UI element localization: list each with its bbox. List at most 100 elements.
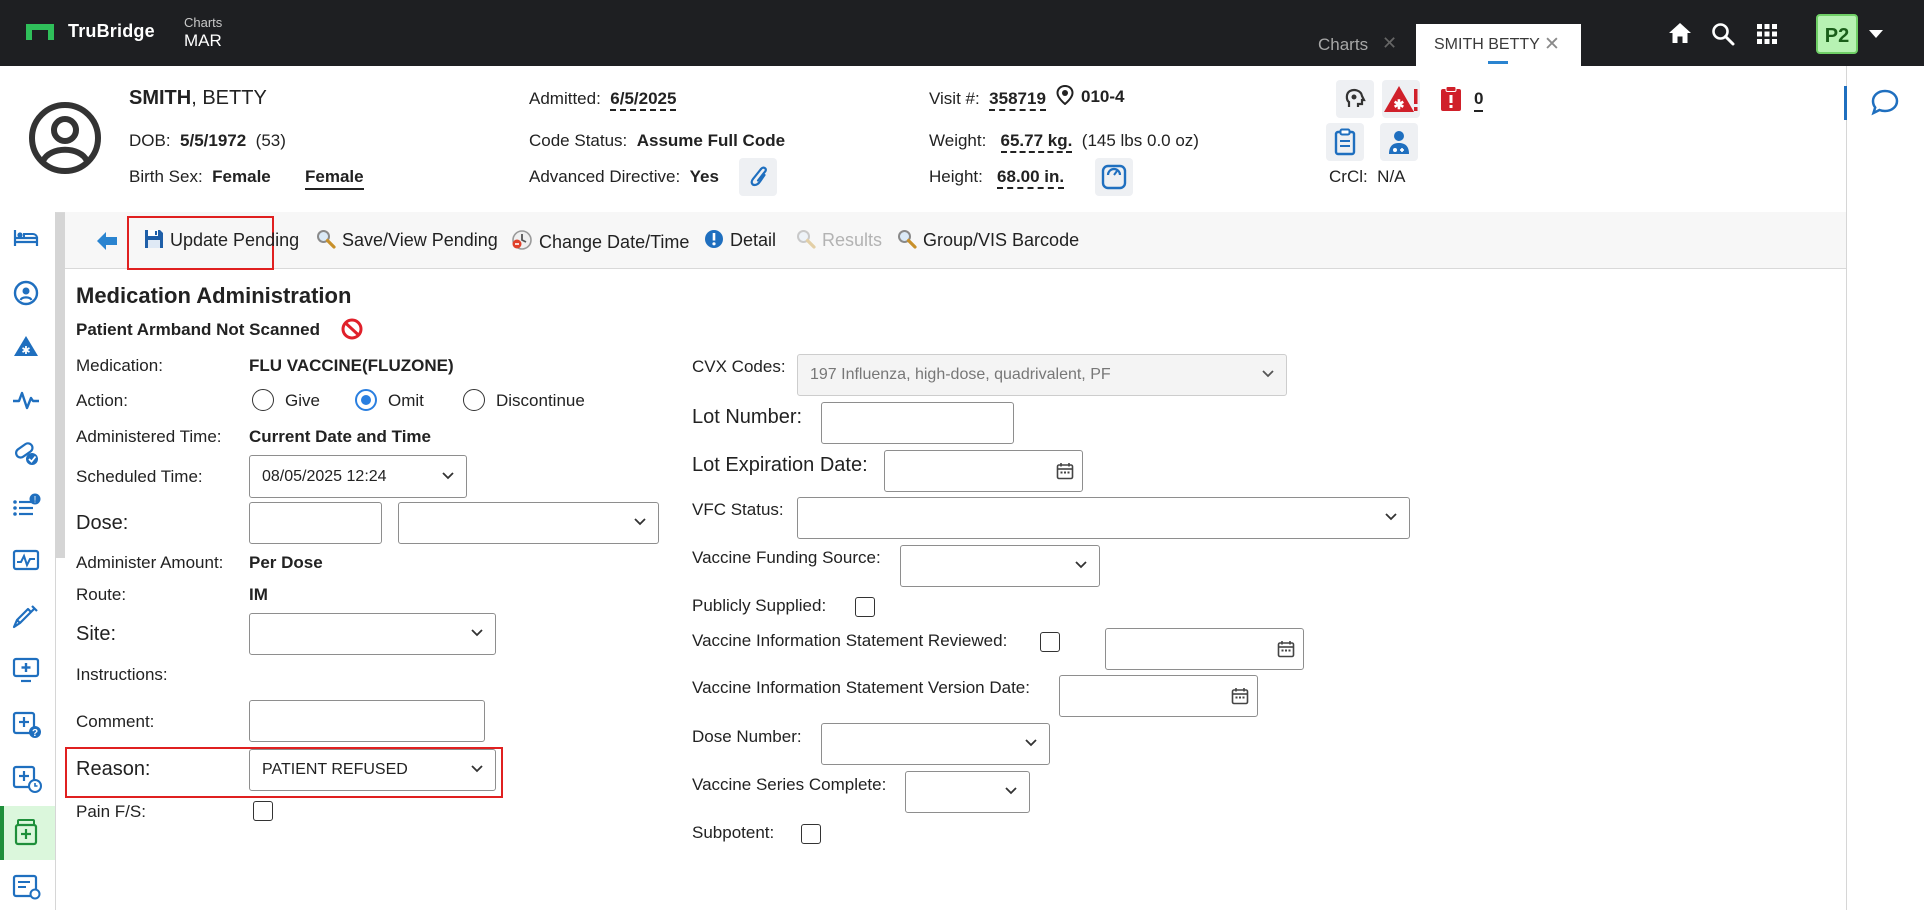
- nav-list-badge-icon[interactable]: !: [12, 493, 42, 519]
- orders-clipboard-icon[interactable]: [1326, 123, 1364, 161]
- tab-charts-close-icon[interactable]: ✕: [1382, 33, 1397, 54]
- vaccine-funding-source-label: Vaccine Funding Source:: [692, 548, 881, 567]
- dose-label: Dose:: [76, 512, 129, 534]
- action-give-label[interactable]: Give: [285, 391, 320, 411]
- change-date-time-button[interactable]: Change Date/Time: [511, 229, 689, 253]
- nav-triangle-alert-icon[interactable]: ✱: [13, 335, 39, 357]
- tab-patient-smith-betty[interactable]: SMITH BETTY ✕: [1416, 24, 1581, 66]
- nav-monitor-chart-icon[interactable]: [12, 549, 40, 573]
- comment-input[interactable]: [249, 700, 485, 742]
- action-omit-radio[interactable]: [355, 389, 377, 411]
- dose-unit-select[interactable]: [398, 502, 659, 544]
- tab-patient-close-icon[interactable]: ✕: [1544, 33, 1560, 56]
- vfc-status-select[interactable]: [797, 497, 1410, 539]
- save-view-pending-button[interactable]: Save/View Pending: [316, 229, 498, 251]
- allergy-head-icon[interactable]: [1336, 80, 1374, 118]
- user-avatar[interactable]: P2: [1816, 14, 1858, 54]
- weight-value[interactable]: 65.77 kg.: [1000, 131, 1073, 153]
- adv-directive-value: Yes: [689, 167, 719, 186]
- scheduled-time-select[interactable]: 08/05/2025 12:24: [249, 455, 467, 498]
- user-menu-chevron-down-icon[interactable]: [1869, 30, 1883, 38]
- vaccine-series-complete-select[interactable]: [905, 771, 1030, 813]
- back-arrow-icon[interactable]: [97, 232, 117, 250]
- armband-status: Patient Armband Not Scanned: [76, 320, 321, 339]
- svg-text:?: ?: [32, 728, 38, 739]
- action-discontinue-radio[interactable]: [463, 389, 485, 411]
- reason-select[interactable]: PATIENT REFUSED: [249, 749, 496, 791]
- nav-syringe-icon[interactable]: [12, 603, 40, 629]
- nav-medications-pills-icon[interactable]: [12, 440, 40, 466]
- lot-expiration-date-input[interactable]: [884, 450, 1083, 492]
- nav-person-circle-icon[interactable]: [13, 280, 39, 306]
- height-value[interactable]: 68.00 in.: [997, 167, 1065, 189]
- patient-avatar-icon: [28, 101, 102, 175]
- gender-identity-link[interactable]: Female: [305, 167, 364, 190]
- action-label: Action:: [76, 391, 128, 410]
- action-give-radio[interactable]: [252, 389, 274, 411]
- administered-time-label: Administered Time:: [76, 427, 222, 446]
- apps-grid-icon[interactable]: [1757, 24, 1777, 44]
- chevron-down-icon: [471, 765, 483, 773]
- care-team-doctor-icon[interactable]: [1380, 123, 1418, 161]
- dose-input[interactable]: [249, 502, 382, 544]
- calendar-icon[interactable]: [1277, 640, 1295, 658]
- right-sidebar-active-indicator: [1844, 86, 1847, 120]
- nav-list-settings-icon[interactable]: [12, 874, 42, 900]
- admitted-date[interactable]: 6/5/2025: [610, 89, 677, 111]
- tab-charts-label: Charts: [1318, 35, 1369, 54]
- vis-reviewed-checkbox[interactable]: [1040, 632, 1060, 652]
- instructions-label: Instructions:: [76, 665, 168, 684]
- svg-text:✱: ✱: [21, 345, 30, 357]
- route-value: IM: [249, 585, 268, 604]
- lot-number-input[interactable]: [821, 402, 1014, 444]
- tab-patient-label: SMITH BETTY: [1434, 36, 1540, 53]
- magnifier-icon: [897, 229, 917, 249]
- detail-button[interactable]: Detail: [704, 229, 776, 251]
- search-icon[interactable]: [1711, 22, 1735, 46]
- nav-bed-icon[interactable]: [13, 228, 39, 248]
- home-icon[interactable]: [1668, 22, 1692, 44]
- svg-text:✱: ✱: [1394, 97, 1405, 112]
- action-omit-label[interactable]: Omit: [388, 391, 424, 411]
- action-discontinue-label[interactable]: Discontinue: [496, 391, 585, 411]
- pain-fs-checkbox[interactable]: [253, 801, 273, 821]
- nav-monitor-plus-icon[interactable]: [12, 657, 40, 683]
- group-vis-barcode-label: Group/VIS Barcode: [923, 230, 1080, 250]
- subpotent-checkbox[interactable]: [801, 824, 821, 844]
- vis-reviewed-date-input[interactable]: [1105, 628, 1304, 670]
- results-button[interactable]: Results: [796, 229, 882, 251]
- nav-order-question-icon[interactable]: ?: [12, 711, 42, 739]
- trubridge-logo-icon: [26, 24, 54, 40]
- nav-order-clock-icon[interactable]: [12, 765, 42, 793]
- dose-number-select[interactable]: [821, 723, 1050, 765]
- nav-vitals-pulse-icon[interactable]: [12, 390, 40, 410]
- nav-mar-medication-icon[interactable]: [14, 818, 38, 846]
- calendar-clock-icon: [511, 229, 533, 251]
- save-disk-icon: [144, 229, 164, 249]
- medication-label: Medication:: [76, 356, 163, 375]
- dob-value: 5/5/1972: [180, 131, 247, 150]
- alert-warning-icon[interactable]: ✱: [1382, 80, 1420, 118]
- comment-label: Comment:: [76, 712, 155, 731]
- alerts-count-link[interactable]: 0: [1474, 89, 1484, 112]
- left-panel-scroll-strip[interactable]: [55, 213, 65, 558]
- tab-charts[interactable]: Charts ✕: [1300, 26, 1410, 64]
- cvx-codes-select[interactable]: 197 Influenza, high-dose, quadrivalent, …: [797, 354, 1287, 396]
- reason-value: PATIENT REFUSED: [262, 761, 408, 778]
- chat-bubble-icon[interactable]: [1870, 88, 1900, 116]
- adv-directive-label: Advanced Directive:: [529, 167, 681, 186]
- site-select[interactable]: [249, 613, 496, 655]
- code-status-label: Code Status:: [529, 131, 628, 150]
- visit-value[interactable]: 358719: [989, 89, 1046, 111]
- alerts-clipboard-icon[interactable]: [1440, 86, 1462, 112]
- publicly-supplied-checkbox[interactable]: [855, 597, 875, 617]
- vaccine-funding-source-select[interactable]: [900, 545, 1100, 587]
- chevron-down-icon: [471, 629, 483, 637]
- attachment-paperclip-icon[interactable]: [739, 158, 777, 196]
- calendar-icon[interactable]: [1231, 687, 1249, 705]
- update-pending-button[interactable]: Update Pending: [144, 229, 299, 251]
- group-vis-barcode-button[interactable]: Group/VIS Barcode: [897, 229, 1079, 251]
- vis-version-date-input[interactable]: [1059, 675, 1258, 717]
- scale-measure-icon[interactable]: [1095, 158, 1133, 196]
- calendar-icon[interactable]: [1056, 462, 1074, 480]
